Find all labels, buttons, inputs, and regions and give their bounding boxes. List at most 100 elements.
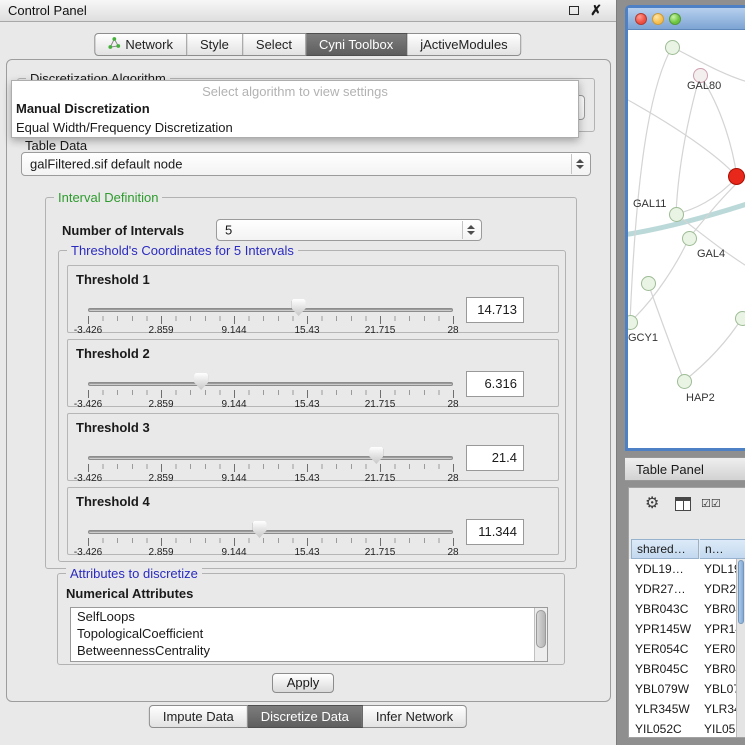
table-row[interactable]: YIL052CYIL05 [629,719,745,737]
list-item[interactable]: SelfLoops [71,608,547,625]
close-traffic-light-icon[interactable] [635,13,647,25]
cell: YDL19… [635,562,684,576]
slider-ticks [88,390,453,395]
slider-track[interactable] [88,530,453,534]
tab-discretize-data[interactable]: Discretize Data [248,705,363,728]
popup-hint: Select algorithm to view settings [12,81,578,99]
list-item[interactable]: BetweennessCentrality [71,642,547,659]
threshold-slider[interactable]: -3.426 2.859 9.144 15.43 21.715 28 [88,302,453,332]
table-body: YDL19…YDL19 YDR27…YDR27 YBR043CYBR04 YPR… [629,559,745,737]
threshold-slider[interactable]: -3.426 2.859 9.144 15.43 21.715 28 [88,450,453,480]
node-label: GCY1 [628,332,658,344]
network-node[interactable] [665,40,680,55]
cell: YBL07 [704,682,740,696]
table-row[interactable]: YPR145WYPR14 [629,619,745,639]
tick-label: 21.715 [365,399,396,410]
tab-label: Style [200,37,229,52]
tick-label: -3.426 [74,473,102,484]
table-panel-title: Table Panel [636,462,704,477]
scrollbar-thumb[interactable] [536,610,546,648]
table-row[interactable]: YDL19…YDL19 [629,559,745,579]
network-node[interactable] [669,207,684,222]
network-node[interactable] [735,311,745,326]
tab-impute-data[interactable]: Impute Data [149,705,248,728]
tab-jactivemodules[interactable]: jActiveModules [407,33,521,56]
slider-thumb[interactable] [253,521,267,538]
number-of-intervals-combo[interactable]: 5 [216,219,482,241]
threshold-slider[interactable]: -3.426 2.859 9.144 15.43 21.715 28 [88,376,453,406]
numerical-attributes-label: Numerical Attributes [66,586,193,601]
column-header-shared-name[interactable]: shared… [631,539,699,559]
tick-label: 9.144 [221,473,246,484]
table-row[interactable]: YBR045CYBR04 [629,659,745,679]
table-data-combo[interactable]: galFiltered.sif default node [21,152,591,176]
float-window-icon[interactable] [569,6,579,15]
tick-label: 9.144 [221,325,246,336]
threshold-value-field[interactable]: 14.713 [466,297,524,323]
table-scrollbar[interactable] [736,559,745,737]
minimize-traffic-light-icon[interactable] [652,13,664,25]
table-row[interactable]: YBR043CYBR04 [629,599,745,619]
popup-option-equal-width[interactable]: Equal Width/Frequency Discretization [12,118,578,137]
tab-select[interactable]: Select [243,33,306,56]
node-label: HAP2 [686,392,715,404]
attributes-group: Attributes to discretize Numerical Attri… [57,573,565,665]
threshold-value-field[interactable]: 6.316 [466,371,524,397]
tab-cyni-toolbox[interactable]: Cyni Toolbox [306,33,407,56]
threshold-panel-1: Threshold 1 -3.426 2.859 9.144 15.43 21.… [67,265,559,333]
number-of-intervals-label: Number of Intervals [62,223,184,238]
tab-label: Infer Network [376,709,453,724]
tick-label: 9.144 [221,547,246,558]
network-node[interactable] [682,231,697,246]
checkbox-icons[interactable]: ☑☑ [701,497,721,510]
toolbox-tab-bar: Network Style Select Cyni Toolbox jActiv… [94,33,521,56]
thresholds-group: Threshold's Coordinates for 5 Intervals … [58,250,566,562]
tick-label: 21.715 [365,473,396,484]
tab-network[interactable]: Network [94,33,187,56]
cell: YLR345W [635,702,690,716]
threshold-value-field[interactable]: 21.4 [466,445,524,471]
tick-label: -3.426 [74,399,102,410]
tick-label: 21.715 [365,547,396,558]
slider-track[interactable] [88,456,453,460]
column-header-name[interactable]: n… [700,539,745,559]
slider-thumb[interactable] [369,447,383,464]
slider-track[interactable] [88,308,453,312]
tick-label: 15.43 [294,547,319,558]
threshold-label: Threshold 2 [76,346,150,361]
network-node[interactable] [641,276,656,291]
tab-style[interactable]: Style [187,33,243,56]
network-node[interactable] [677,374,692,389]
table-row[interactable]: YDR27…YDR27 [629,579,745,599]
slider-thumb[interactable] [194,373,208,390]
table-row[interactable]: YLR345WYLR34 [629,699,745,719]
slider-track[interactable] [88,382,453,386]
table-data-label: Table Data [25,138,87,153]
list-scrollbar[interactable] [534,608,547,661]
tab-infer-network[interactable]: Infer Network [363,705,467,728]
table-panel-header[interactable]: Table Panel [625,457,745,481]
network-window-titlebar[interactable] [628,8,745,30]
zoom-traffic-light-icon[interactable] [669,13,681,25]
tick-label: 15.43 [294,325,319,336]
tab-label: jActiveModules [420,37,507,52]
network-node-selected[interactable] [728,168,745,185]
cell: YDR27… [635,582,686,596]
slider-ticks [88,464,453,469]
apply-button[interactable]: Apply [272,673,334,693]
threshold-value-field[interactable]: 11.344 [466,519,524,545]
list-item[interactable]: TopologicalCoefficient [71,625,547,642]
attributes-list[interactable]: SelfLoops TopologicalCoefficient Between… [70,607,548,662]
close-icon[interactable]: ✗ [590,2,602,19]
gear-icon[interactable]: ⚙ [645,493,659,513]
popup-option-manual[interactable]: Manual Discretization [12,99,578,118]
table-row[interactable]: YER054CYER05 [629,639,745,659]
control-panel-window: Control Panel ✗ Network Style Select Cyn… [0,0,617,745]
scrollbar-thumb[interactable] [738,560,744,624]
tick-label: -3.426 [74,547,102,558]
table-row[interactable]: YBL079WYBL07 [629,679,745,699]
threshold-slider[interactable]: -3.426 2.859 9.144 15.43 21.715 28 [88,524,453,554]
slider-thumb[interactable] [292,299,306,316]
column-selector-icon[interactable] [675,497,691,511]
network-canvas[interactable]: GAL80 GAL11 GAL4 GCY1 HAP2 [628,30,745,448]
